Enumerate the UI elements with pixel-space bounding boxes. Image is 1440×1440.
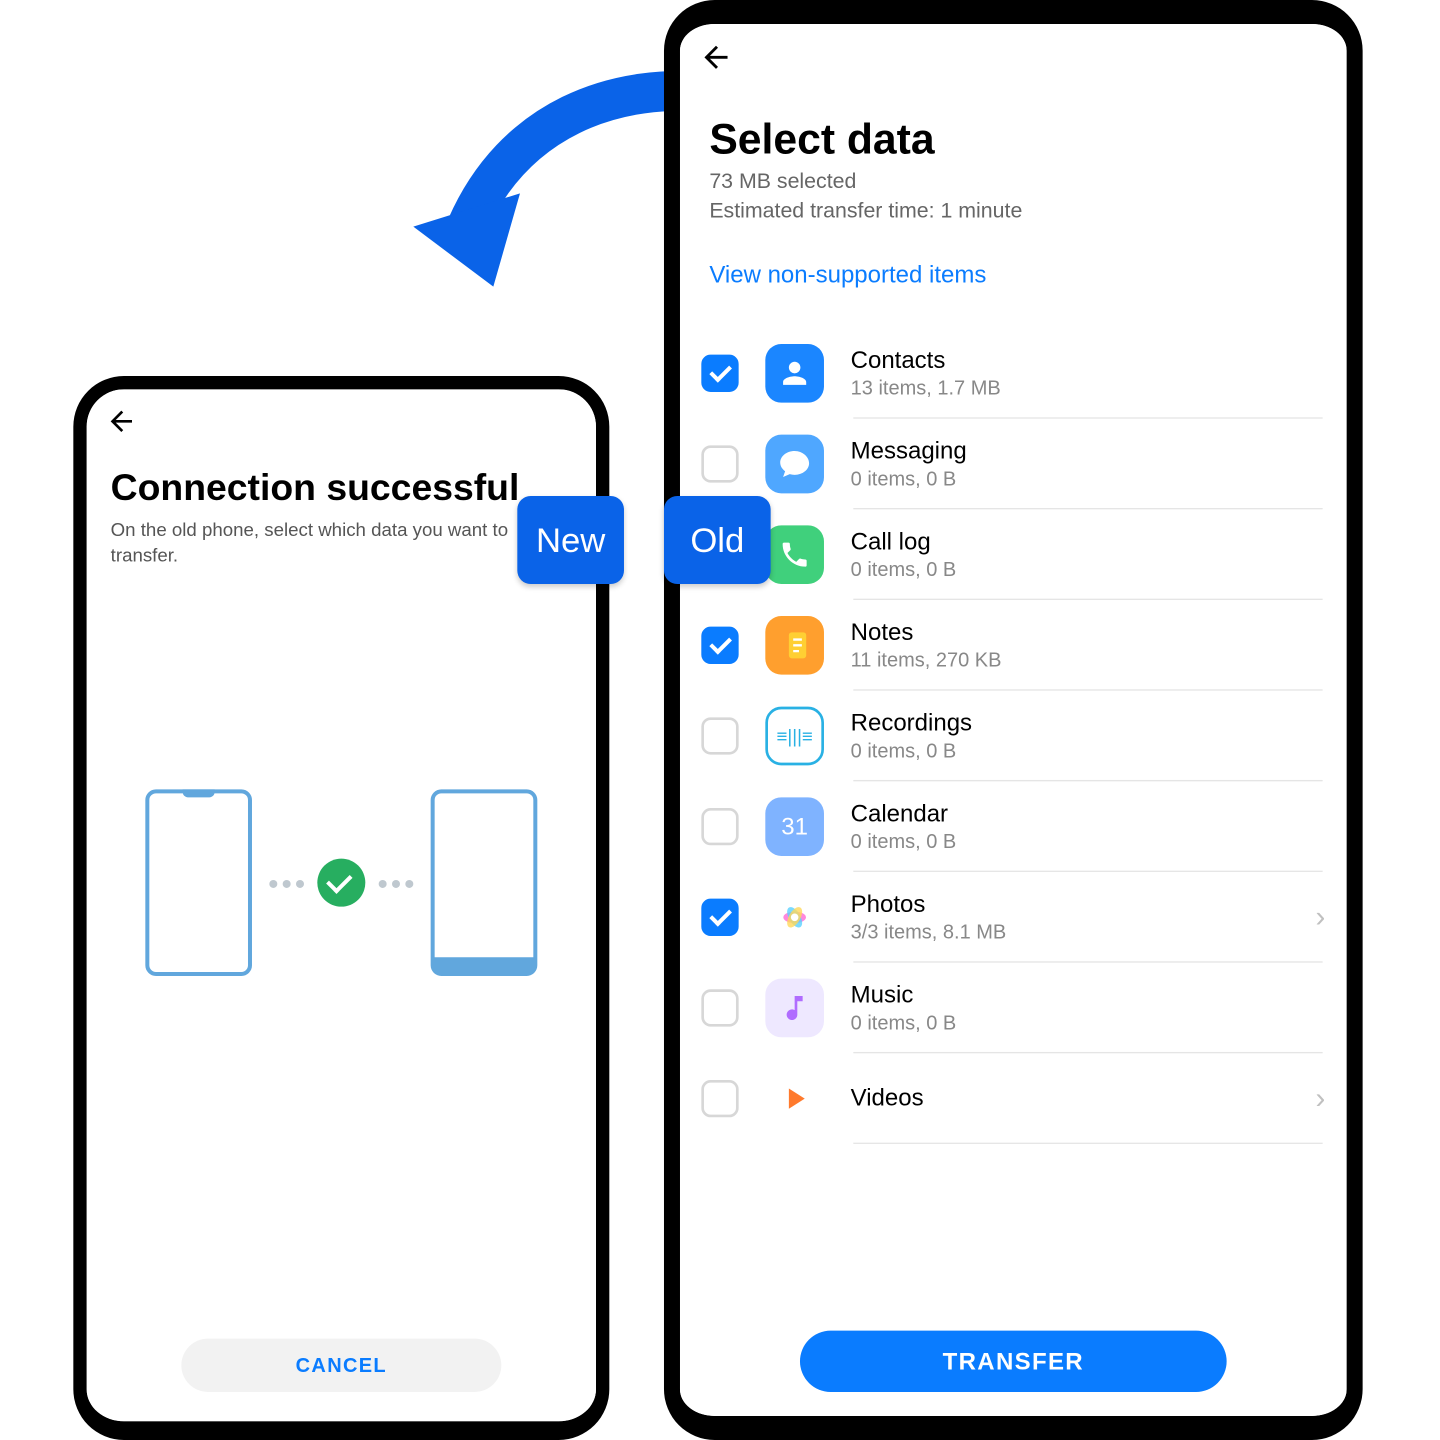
- row-title: Calendar: [851, 800, 1326, 828]
- checkbox-music[interactable]: [701, 989, 738, 1026]
- row-title: Videos: [851, 1083, 1308, 1111]
- checkbox-photos[interactable]: [701, 899, 738, 936]
- data-row-contacts[interactable]: Contacts13 items, 1.7 MB: [680, 328, 1347, 419]
- old-phone-frame: Select data 73 MB selected Estimated tra…: [664, 0, 1363, 1440]
- selected-size: 73 MB selected: [709, 171, 1317, 195]
- connection-illustration: [87, 789, 596, 976]
- row-detail: 13 items, 1.7 MB: [851, 377, 1326, 400]
- calllog-icon: [765, 525, 824, 584]
- data-row-calllog[interactable]: Call log 0 items, 0 B: [680, 509, 1347, 600]
- checkbox-recordings[interactable]: [701, 717, 738, 754]
- page-title: Connection successful: [111, 467, 572, 510]
- row-title: Call log: [851, 528, 1326, 556]
- page-title: Select data: [709, 115, 934, 164]
- old-phone-screen: Select data 73 MB selected Estimated tra…: [680, 24, 1347, 1416]
- checkbox-notes[interactable]: [701, 627, 738, 664]
- row-title: Notes: [851, 619, 1326, 647]
- checkbox-calendar[interactable]: [701, 808, 738, 845]
- transfer-eta: Estimated transfer time: 1 minute: [709, 200, 1317, 224]
- row-detail: 3/3 items, 8.1 MB: [851, 921, 1308, 944]
- notes-icon: [765, 616, 824, 675]
- checkbox-videos[interactable]: [701, 1080, 738, 1117]
- view-unsupported-link[interactable]: View non-supported items: [709, 261, 986, 289]
- videos-icon: [765, 1069, 824, 1128]
- row-detail: 0 items, 0 B: [851, 1012, 1326, 1035]
- row-title: Recordings: [851, 709, 1326, 737]
- row-detail: 0 items, 0 B: [851, 559, 1326, 582]
- check-icon: [317, 859, 365, 907]
- back-button[interactable]: [699, 40, 734, 84]
- contacts-icon: [765, 344, 824, 403]
- calendar-icon: 31: [765, 797, 824, 856]
- row-title: Photos: [851, 891, 1308, 919]
- photos-icon: [765, 888, 824, 947]
- row-detail: 0 items, 0 B: [851, 831, 1326, 854]
- data-row-videos[interactable]: Videos ›: [680, 1053, 1347, 1144]
- row-title: Messaging: [851, 437, 1326, 465]
- data-row-recordings[interactable]: ≡|||≡ Recordings 0 items, 0 B: [680, 691, 1347, 782]
- old-label: Old: [664, 496, 771, 584]
- chevron-right-icon: ›: [1316, 1081, 1326, 1116]
- back-button[interactable]: [105, 405, 137, 446]
- transfer-button[interactable]: TRANSFER: [800, 1331, 1227, 1392]
- data-row-photos[interactable]: Photos3/3 items, 8.1 MB ›: [680, 872, 1347, 963]
- chevron-right-icon: ›: [1316, 900, 1326, 935]
- row-detail: 0 items, 0 B: [851, 468, 1326, 491]
- data-row-messaging[interactable]: Messaging 0 items, 0 B: [680, 419, 1347, 510]
- page-subtitle: On the old phone, select which data you …: [111, 517, 572, 567]
- row-detail: 11 items, 270 KB: [851, 649, 1326, 672]
- cancel-button[interactable]: CANCEL: [181, 1339, 501, 1392]
- data-type-list: Contacts13 items, 1.7 MB Messaging 0 items…: [680, 328, 1347, 1312]
- row-detail: 0 items, 0 B: [851, 740, 1326, 763]
- recordings-icon: ≡|||≡: [765, 707, 824, 766]
- data-row-music[interactable]: Music 0 items, 0 B: [680, 963, 1347, 1054]
- music-icon: [765, 979, 824, 1038]
- checkbox-messaging[interactable]: [701, 445, 738, 482]
- data-row-calendar[interactable]: 31 Calendar 0 items, 0 B: [680, 781, 1347, 872]
- row-title: Music: [851, 981, 1326, 1009]
- new-label: New: [517, 496, 624, 584]
- checkbox-contacts[interactable]: [701, 355, 738, 392]
- messaging-icon: [765, 435, 824, 494]
- row-title: Contacts: [851, 347, 1326, 375]
- data-row-notes[interactable]: Notes11 items, 270 KB: [680, 600, 1347, 691]
